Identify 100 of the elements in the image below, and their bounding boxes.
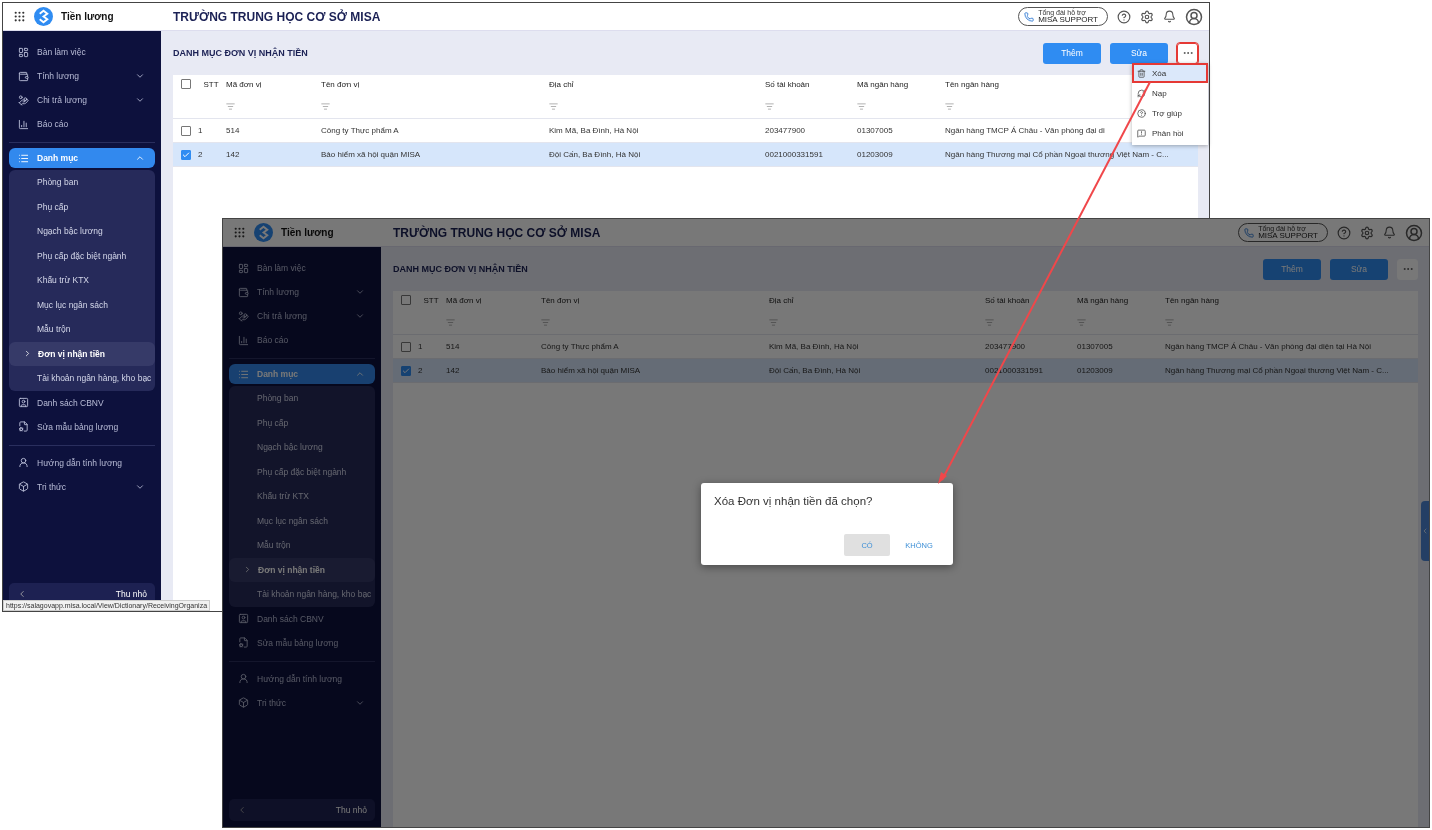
sidebar-item[interactable]: Danh sách CBNV: [229, 606, 375, 631]
submenu-item[interactable]: Phòng ban: [9, 170, 155, 195]
sidebar-item[interactable]: Tính lương: [9, 64, 155, 88]
sidebar-item[interactable]: Bàn làm việc: [9, 40, 155, 64]
submenu-item[interactable]: Mục lục ngân sách: [9, 292, 155, 317]
sidebar-item[interactable]: Tri thức: [9, 474, 155, 499]
chevron-left-icon: [17, 589, 27, 599]
submenu-item[interactable]: Tài khoản ngân hàng, kho bạc: [229, 582, 375, 607]
submenu-item[interactable]: Phụ cấp đặc biệt ngành: [9, 243, 155, 268]
chevron-icon: [23, 349, 32, 359]
submenu-item[interactable]: Phụ cấp: [229, 410, 375, 435]
menu-item[interactable]: Xóa: [1132, 63, 1208, 83]
sidebar-item[interactable]: Sửa mẫu bảng lương: [9, 414, 155, 439]
table-cell-text: 203477900: [764, 126, 806, 135]
table-cell-text: 01307005: [1076, 342, 1113, 351]
sidebar-item[interactable]: Báo cáo: [229, 328, 375, 352]
filter-icon[interactable]: [446, 317, 455, 327]
table-cell-text: Ngân hàng Thương mại Cổ phần Ngoại thương Việt Nam - C...: [1164, 366, 1389, 375]
submenu-item[interactable]: Mục lục ngân sách: [229, 508, 375, 533]
filter-icon[interactable]: [541, 317, 550, 327]
help-icon[interactable]: [1337, 225, 1351, 240]
table-cell-text: 01203009: [1076, 366, 1113, 375]
settings-icon[interactable]: [1140, 9, 1154, 24]
bell-icon[interactable]: [1163, 10, 1176, 23]
filter-icon[interactable]: [549, 101, 558, 111]
logo-icon: [34, 7, 53, 26]
sidebar-item[interactable]: Hướng dẫn tính lương: [9, 450, 155, 475]
submenu-item[interactable]: Phòng ban: [229, 386, 375, 411]
refresh-icon: [1137, 88, 1146, 98]
submenu-item[interactable]: Khấu trừ KTX: [229, 484, 375, 509]
submenu-item[interactable]: Ngạch bậc lương: [229, 435, 375, 460]
bar-chart-icon: [238, 334, 249, 346]
chevron-icon: [135, 95, 145, 105]
column-header: Mã ngân hàng: [1076, 295, 1130, 305]
filter-icon[interactable]: [321, 101, 330, 111]
select-all-checkbox[interactable]: [181, 79, 191, 89]
sidebar-item[interactable]: Tri thức: [229, 690, 375, 715]
menu-item[interactable]: Nạp: [1132, 83, 1208, 103]
sidebar-item[interactable]: Báo cáo: [9, 112, 155, 136]
bell-icon[interactable]: [1383, 226, 1396, 239]
submenu-item[interactable]: Mẫu trộn: [229, 533, 375, 558]
cube-icon: [238, 697, 249, 708]
filter-icon[interactable]: [769, 317, 778, 327]
collapse-button[interactable]: Thu nhỏ: [229, 799, 375, 821]
sidebar-item[interactable]: Bàn làm việc: [229, 256, 375, 280]
phone-icon: [1024, 11, 1035, 22]
filter-icon[interactable]: [226, 101, 235, 111]
table-cell-text: Bảo hiểm xã hội quận MISA: [540, 366, 641, 375]
wallet-icon: [238, 286, 249, 298]
filter-icon[interactable]: [945, 101, 954, 111]
user-avatar-icon[interactable]: [1405, 223, 1423, 242]
dashboard-icon: [18, 46, 29, 58]
more-button[interactable]: [1177, 42, 1198, 64]
submenu-item[interactable]: Phụ cấp: [9, 194, 155, 219]
submenu-item[interactable]: Phụ cấp đặc biệt ngành: [229, 459, 375, 484]
sidebar-item[interactable]: Chi trả lương: [229, 304, 375, 328]
filter-icon[interactable]: [985, 317, 994, 327]
submenu-item[interactable]: Đơn vị nhận tiền: [229, 557, 375, 582]
filter-icon[interactable]: [1165, 317, 1174, 327]
sidebar-item[interactable]: Chi trả lương: [9, 88, 155, 112]
sidebar-item[interactable]: Danh mục: [229, 364, 375, 384]
sidebar-item[interactable]: Tính lương: [229, 280, 375, 304]
app-grid-icon[interactable]: [13, 10, 26, 23]
user-avatar-icon[interactable]: [1185, 7, 1203, 26]
row-checkbox[interactable]: [181, 125, 191, 136]
action-button[interactable]: Thêm: [1263, 258, 1321, 280]
sidebar-item[interactable]: Danh sách CBNV: [9, 390, 155, 415]
settings-icon[interactable]: [1360, 225, 1374, 240]
select-all-checkbox[interactable]: [401, 295, 411, 305]
table-cell-text: Ngân hàng TMCP Á Châu - Văn phòng đại diện tại Hà Nội: [1164, 342, 1372, 351]
submenu-item[interactable]: Mẫu trộn: [9, 317, 155, 342]
submenu-item[interactable]: Khấu trừ KTX: [9, 268, 155, 293]
feedback-icon: [1137, 128, 1146, 138]
table-cell-text: 142: [225, 150, 240, 159]
table-cell-text: 0021000331591: [764, 150, 823, 159]
table-cell-text: 514: [225, 126, 240, 135]
sidebar-item[interactable]: Danh mục: [9, 148, 155, 168]
action-button[interactable]: Sửa: [1330, 258, 1388, 280]
submenu-item[interactable]: Tài khoản ngân hàng, kho bạc: [9, 366, 155, 391]
action-button[interactable]: Thêm: [1043, 42, 1101, 64]
filter-icon[interactable]: [857, 101, 866, 111]
sidebar-item[interactable]: Sửa mẫu bảng lương: [229, 630, 375, 655]
row-checkbox[interactable]: [401, 365, 411, 376]
column-header: Tên đơn vị: [540, 295, 581, 305]
filter-icon[interactable]: [1077, 317, 1086, 327]
help-icon[interactable]: [1117, 9, 1131, 24]
list-icon: [18, 152, 29, 164]
table-cell-text: Kim Mã, Ba Đình, Hà Nội: [768, 342, 859, 351]
list-icon: [238, 368, 249, 380]
submenu-item[interactable]: Ngạch bậc lương: [9, 219, 155, 244]
row-checkbox[interactable]: [401, 341, 411, 352]
table-cell: 2: [418, 366, 423, 375]
sidebar-item[interactable]: Hướng dẫn tính lương: [229, 666, 375, 691]
filter-icon[interactable]: [765, 101, 774, 111]
support-label: MISA SUPPORT: [1038, 16, 1098, 24]
submenu-item[interactable]: Đơn vị nhận tiền: [9, 341, 155, 366]
action-button[interactable]: Sửa: [1110, 42, 1168, 64]
chevron-icon: [355, 369, 365, 379]
side-panel-handle[interactable]: [1421, 501, 1429, 561]
row-checkbox[interactable]: [181, 149, 191, 160]
